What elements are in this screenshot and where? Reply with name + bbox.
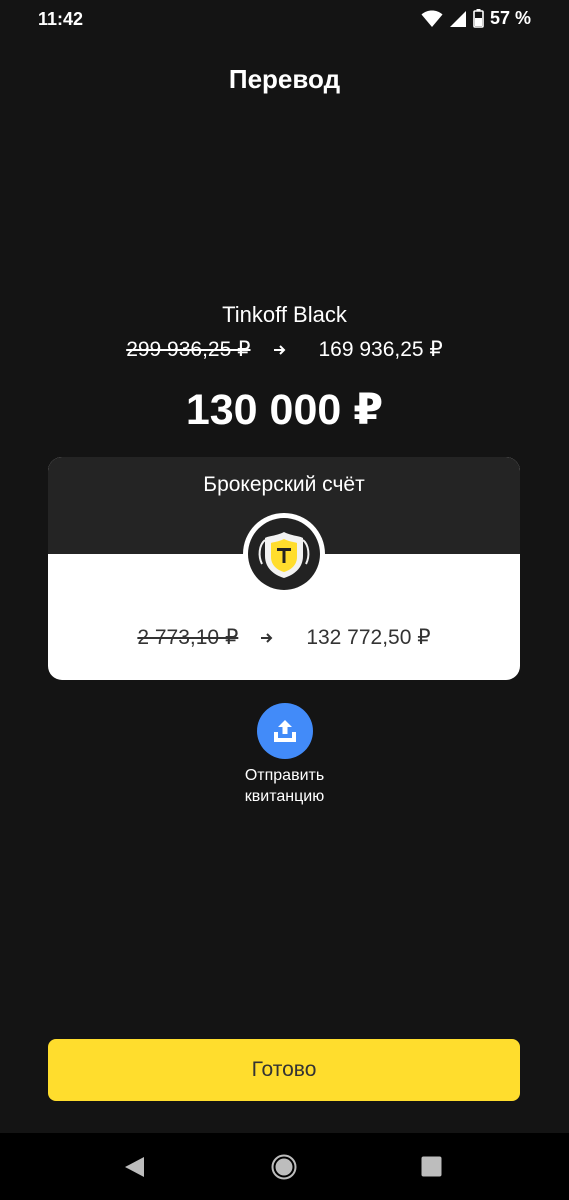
tinkoff-emblem-icon bbox=[243, 513, 325, 595]
signal-icon bbox=[449, 10, 466, 27]
destination-balance-change: 2 773,10 ₽ 132 772,50 ₽ bbox=[48, 625, 520, 650]
send-receipt-button[interactable] bbox=[257, 703, 313, 759]
destination-new-balance: 132 772,50 ₽ bbox=[306, 626, 431, 649]
destination-card: Брокерский счёт 2 773,10 ₽ 132 772,50 ₽ bbox=[48, 457, 520, 680]
recents-icon[interactable] bbox=[421, 1156, 442, 1177]
source-balance-change: 299 936,25 ₽ 169 936,25 ₽ bbox=[0, 337, 569, 362]
transfer-result-screen: 11:42 57 % Перевод Tinkoff Black 299 936… bbox=[0, 0, 569, 1200]
wifi-icon bbox=[421, 10, 443, 27]
home-icon[interactable] bbox=[271, 1154, 297, 1180]
transfer-amount: 130 000 ₽ bbox=[185, 386, 384, 434]
status-time: 11:42 bbox=[38, 9, 84, 29]
arrow-right-icon bbox=[273, 344, 285, 355]
status-icons: 57 % bbox=[421, 8, 531, 29]
done-button[interactable]: Готово bbox=[48, 1039, 520, 1101]
status-bar: 11:42 57 % bbox=[0, 0, 569, 40]
back-icon[interactable] bbox=[122, 1155, 146, 1179]
destination-account-name: Брокерский счёт bbox=[203, 473, 365, 496]
page-title: Перевод bbox=[228, 64, 341, 94]
system-nav-bar bbox=[0, 1133, 569, 1200]
source-account-name: Tinkoff Black bbox=[222, 302, 347, 327]
send-receipt-label[interactable]: Отправить квитанцию bbox=[0, 765, 569, 807]
arrow-right-icon bbox=[261, 632, 273, 643]
send-receipt-label-line1: Отправить bbox=[244, 767, 325, 784]
destination-old-balance: 2 773,10 ₽ bbox=[137, 626, 239, 649]
battery-percent: 57 % bbox=[489, 8, 531, 28]
source-old-balance: 299 936,25 ₽ bbox=[126, 338, 251, 361]
source-new-balance: 169 936,25 ₽ bbox=[318, 338, 443, 361]
upload-icon bbox=[274, 720, 296, 742]
send-receipt-label-line2: квитанцию bbox=[244, 788, 325, 805]
battery-icon bbox=[473, 9, 484, 28]
